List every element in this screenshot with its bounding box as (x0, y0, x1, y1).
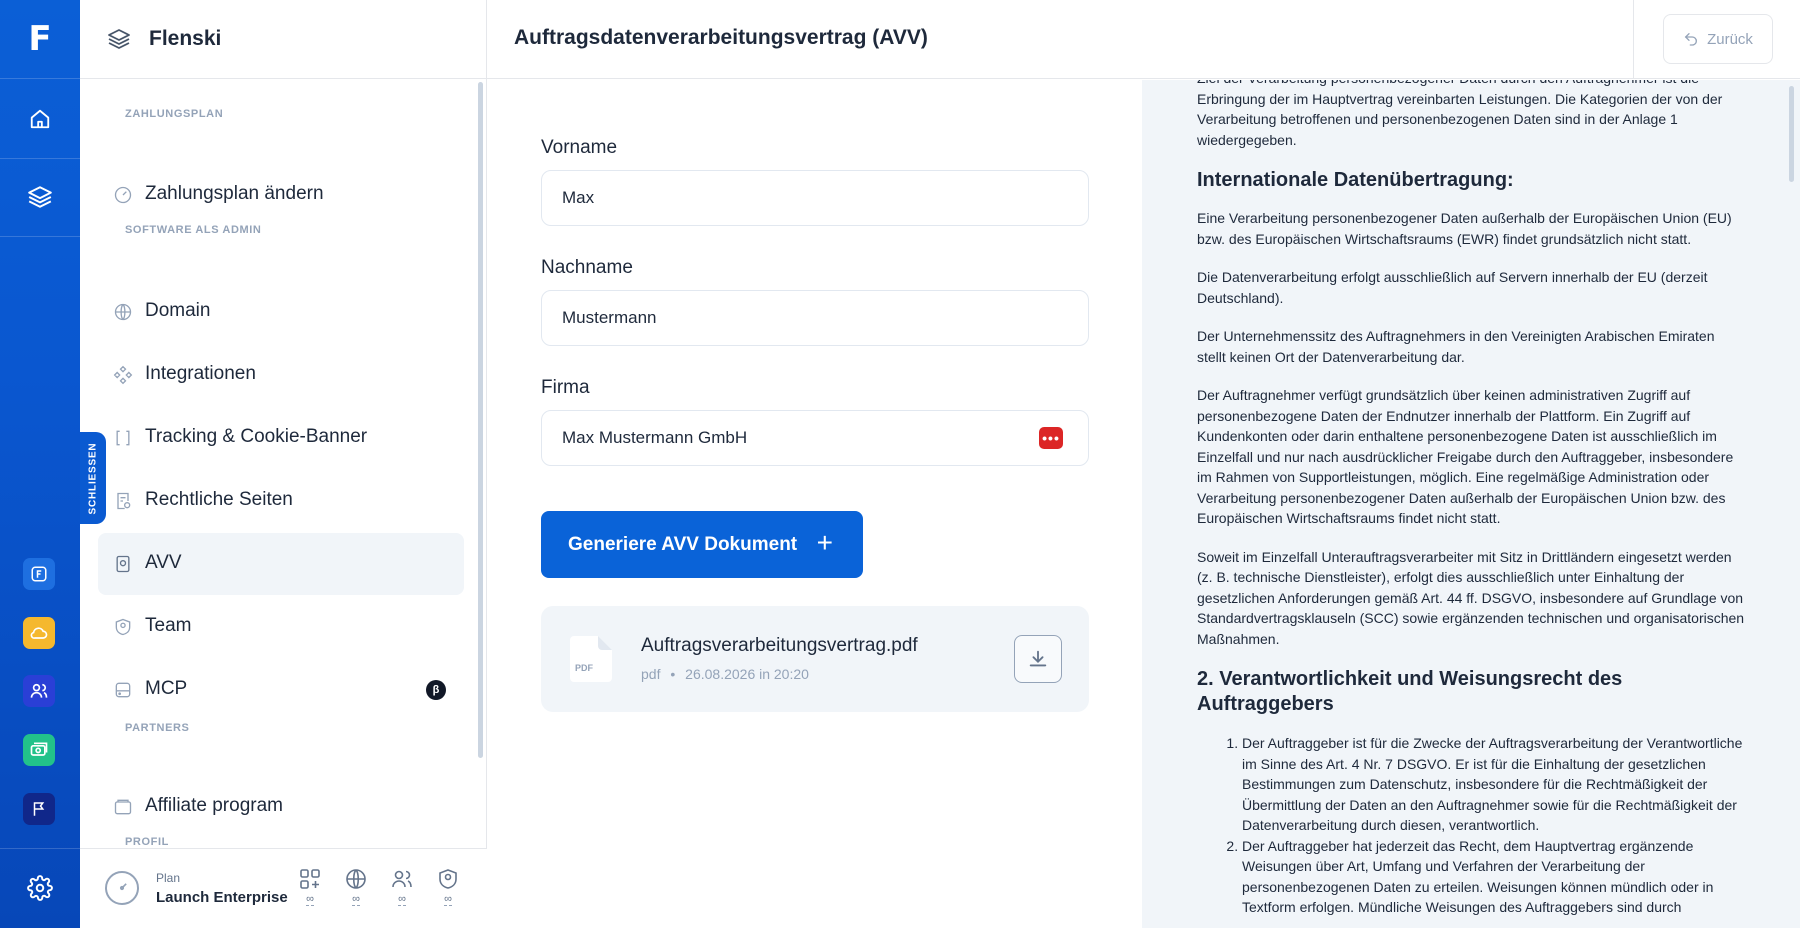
close-sidebar-tab[interactable]: SCHLIESSEN (80, 432, 106, 524)
file-name: Auftragsverarbeitungsvertrag.pdf (641, 635, 918, 656)
home-icon (30, 109, 50, 129)
flenski-app-icon[interactable] (23, 558, 55, 590)
gauge-icon (113, 185, 133, 205)
file-ext: pdf (641, 666, 661, 682)
section-partners: PARTNERS (125, 722, 190, 734)
doc-paragraph: Der Unternehmenssitz des Auftragnehmers … (1197, 328, 1715, 365)
integrations-icon (113, 365, 133, 385)
money-app-icon[interactable] (23, 734, 55, 766)
sidebar-item-change-plan[interactable]: Zahlungsplan ändern (98, 164, 464, 226)
layers-icon (108, 29, 130, 49)
wallet-icon (113, 797, 133, 817)
layers-button[interactable] (0, 158, 80, 236)
first-name-input[interactable]: Max (541, 170, 1089, 226)
generated-file-card: PDF Auftragsverarbeitungsvertrag.pdf pdf… (541, 606, 1089, 712)
brand-name: Flenski (149, 27, 222, 50)
flenski-logo[interactable]: F (0, 0, 80, 79)
doc-paragraph: Die Datenverarbeitung erfolgt ausschließ… (1197, 269, 1708, 306)
feature-team: ∞ (387, 867, 417, 913)
sidebar-item-avv[interactable]: AVV (98, 533, 464, 595)
gear-icon (27, 875, 53, 901)
flag-app-icon[interactable] (23, 793, 55, 825)
back-button[interactable]: Zurück (1663, 14, 1773, 64)
plan-value: Launch Enterprise (156, 889, 288, 906)
avv-form: Vorname Max Nachname Mustermann Firma Ma… (487, 80, 1142, 928)
brackets-icon (113, 428, 133, 448)
company-input[interactable]: Max Mustermann GmbH ••• (541, 410, 1089, 466)
sidebar-item-affiliate[interactable]: Affiliate program (98, 776, 464, 838)
layers-icon (28, 186, 52, 208)
users-app-icon[interactable] (23, 675, 55, 707)
shield-icon (439, 869, 457, 889)
download-button[interactable] (1014, 635, 1062, 683)
sidebar: Flenski ZAHLUNGSPLAN Zahlungsplan ändern… (80, 0, 487, 928)
team-icon (392, 870, 412, 888)
sidebar-scrollbar[interactable] (478, 82, 483, 758)
cloud-app-icon[interactable] (23, 617, 55, 649)
logo-letter: F (28, 19, 52, 59)
section-profile: PROFIL (125, 836, 169, 848)
globe-icon (346, 869, 366, 889)
download-icon (1029, 650, 1047, 667)
file-date: 26.08.2026 in 20:20 (685, 666, 809, 682)
plan-footer: Plan Launch Enterprise ∞ ∞ ∞ ∞ (80, 848, 487, 928)
doc-list-item: Der Auftraggeber ist für die Zwecke der … (1242, 733, 1747, 836)
doc-list-item: Der Auftraggeber hat jederzeit das Recht… (1242, 836, 1747, 918)
sidebar-header: Flenski (80, 0, 486, 79)
top-bar: Auftragsdatenverarbeitungsvertrag (AVV) … (487, 0, 1800, 79)
doc-list: Der Auftraggeber ist für die Zwecke der … (1197, 733, 1747, 918)
avv-document-preview[interactable]: Ziel der Verarbeitung personenbezogener … (1142, 80, 1800, 928)
doc-paragraph: Eine Verarbeitung personenbezogener Date… (1197, 210, 1732, 247)
last-name-input[interactable]: Mustermann (541, 290, 1089, 346)
doc-paragraph: Soweit im Einzelfall Unterauftragsverarb… (1197, 548, 1745, 647)
apps-icon (300, 869, 320, 889)
sidebar-item-team[interactable]: Team (98, 596, 464, 658)
section-billing: ZAHLUNGSPLAN (125, 108, 224, 120)
shield-user-icon (113, 617, 133, 637)
legal-doc-icon (113, 491, 133, 511)
settings-button[interactable] (0, 849, 80, 927)
password-manager-icon[interactable]: ••• (1039, 427, 1063, 449)
avv-icon (113, 554, 133, 574)
generate-avv-button[interactable]: Generiere AVV Dokument + (541, 511, 863, 578)
doc-paragraph: Der Auftragnehmer verfügt grundsätzlich … (1197, 387, 1734, 526)
feature-shield: ∞ (433, 867, 463, 913)
sidebar-item-domain[interactable]: Domain (98, 281, 464, 343)
first-name-label: Vorname (541, 137, 618, 158)
beta-badge: β (426, 680, 446, 700)
undo-icon (1684, 33, 1698, 46)
feature-apps: ∞ (295, 867, 325, 913)
feature-domain: ∞ (341, 867, 371, 913)
app-rail: F (0, 0, 80, 928)
server-icon (113, 680, 133, 700)
plan-gauge-icon (105, 871, 139, 905)
sidebar-item-integrations[interactable]: Integrationen (98, 344, 464, 406)
sidebar-item-mcp[interactable]: MCP β (98, 659, 464, 721)
document-content: Ziel der Verarbeitung personenbezogener … (1197, 80, 1747, 918)
plan-label: Plan (156, 871, 181, 885)
company-label: Firma (541, 377, 590, 398)
document-scrollbar[interactable] (1789, 86, 1794, 182)
pdf-type-label: PDF (575, 663, 593, 673)
last-name-label: Nachname (541, 257, 633, 278)
pdf-file-icon: PDF (568, 636, 612, 682)
globe-icon (113, 302, 133, 322)
plus-icon: + (816, 527, 833, 558)
home-button[interactable] (0, 80, 80, 158)
sidebar-item-tracking[interactable]: Tracking & Cookie-Banner (98, 407, 464, 469)
doc-heading-section-2: 2. Verantwortlichkeit und Weisungsrecht … (1197, 668, 1623, 715)
section-admin: SOFTWARE ALS ADMIN (125, 224, 262, 236)
page-title: Auftragsdatenverarbeitungsvertrag (AVV) (514, 26, 928, 49)
sidebar-nav: ZAHLUNGSPLAN Zahlungsplan ändern SOFTWAR… (80, 80, 487, 848)
doc-intro: Ziel der Verarbeitung personenbezogener … (1197, 80, 1723, 148)
sidebar-item-legal[interactable]: Rechtliche Seiten (98, 470, 464, 532)
file-meta: pdf • 26.08.2026 in 20:20 (641, 666, 809, 682)
doc-heading-international: Internationale Datenübertragung: (1197, 169, 1514, 191)
